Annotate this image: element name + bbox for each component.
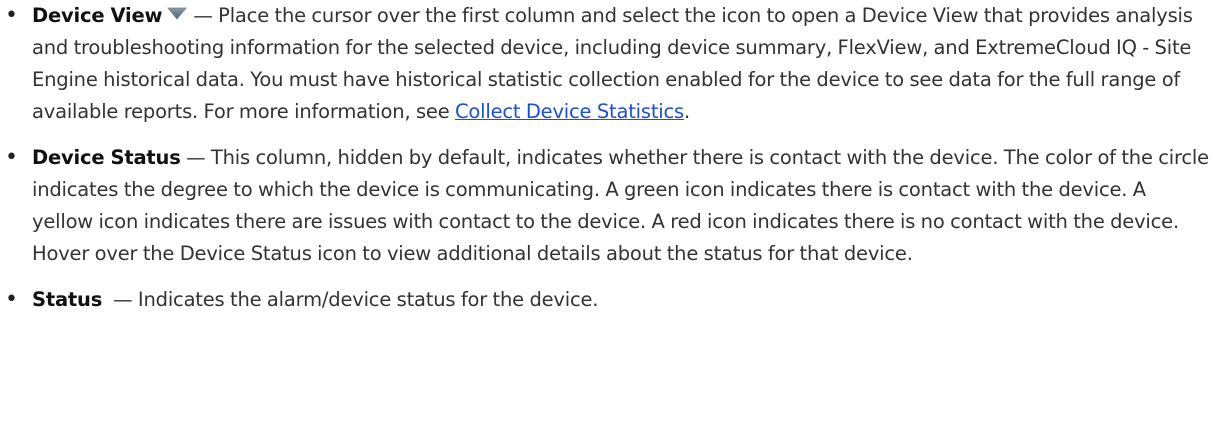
device-view-period: .	[683, 100, 690, 123]
term-status: Status	[32, 288, 103, 311]
list-item-status: • Status — Indicates the alarm/device st…	[0, 284, 1213, 316]
device-status-description: — This column, hidden by default, indica…	[32, 146, 1209, 265]
triangle-down-icon	[167, 7, 188, 20]
bullet-dot: •	[5, 145, 18, 170]
bullet-dot: •	[5, 287, 18, 312]
status-description: — Indicates the alarm/device status for …	[102, 288, 599, 311]
list-item-device-status: • Device Status — This column, hidden by…	[0, 142, 1213, 270]
term-device-view: Device View	[32, 4, 163, 27]
list-item-device-view: • Device View — Place the cursor over the…	[0, 0, 1213, 128]
document-body: • Device View — Place the cursor over the…	[0, 0, 1213, 428]
term-device-status: Device Status	[32, 146, 181, 169]
definition-list: • Device View — Place the cursor over the…	[0, 0, 1213, 316]
collect-device-statistics-link[interactable]: Collect Device Statistics	[455, 100, 684, 123]
bullet-dot: •	[5, 3, 18, 28]
